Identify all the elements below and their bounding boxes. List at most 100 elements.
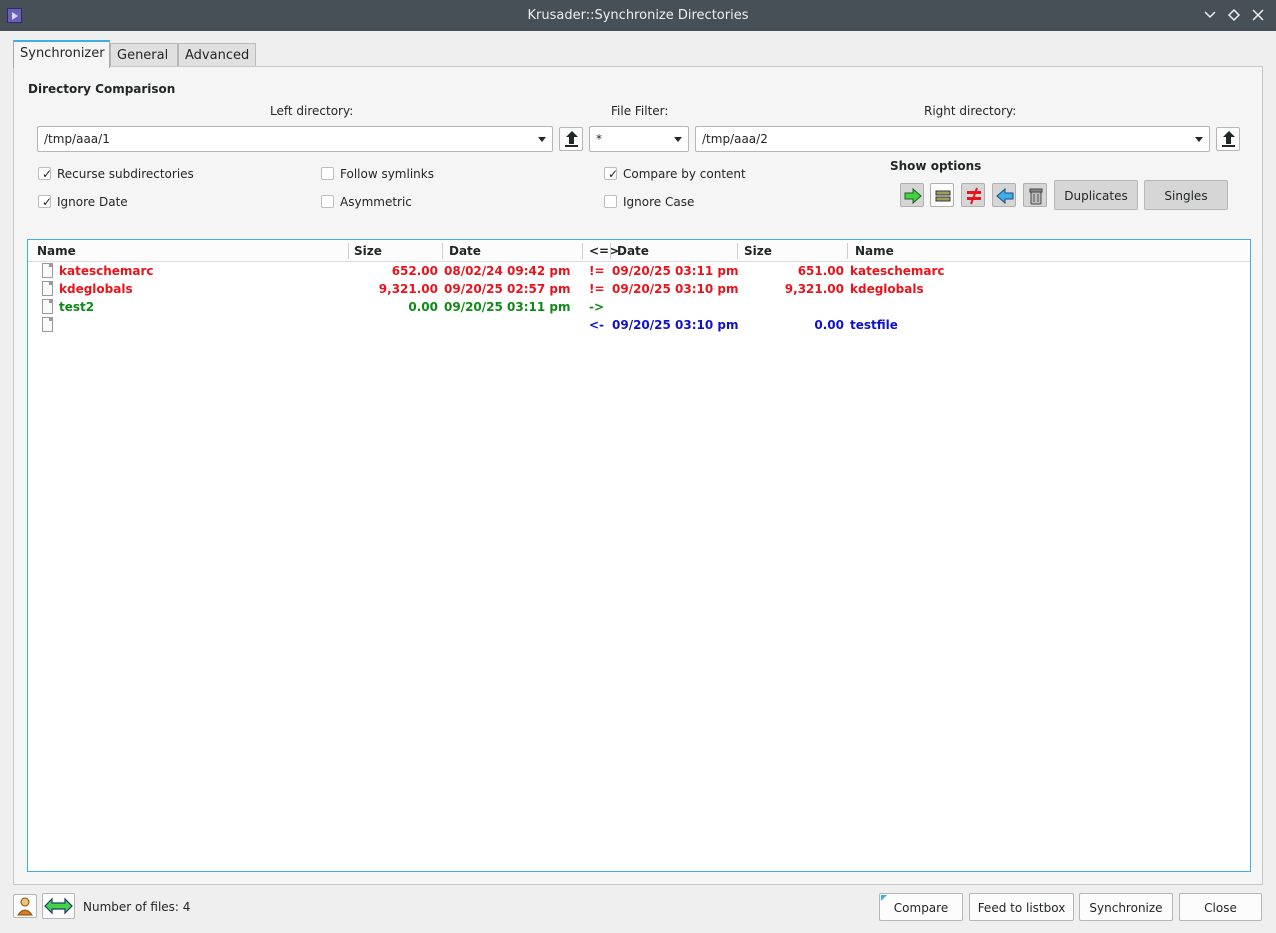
left-parent-dir-button[interactable] xyxy=(559,127,583,151)
feed-to-listbox-label: Feed to listbox xyxy=(977,901,1066,915)
ignore-date-label: Ignore Date xyxy=(57,195,128,209)
tab-advanced[interactable]: Advanced xyxy=(178,43,256,67)
bottom-bar: Number of files: 4 Compare Feed to listb… xyxy=(0,890,1276,933)
asymmetric-checkbox[interactable]: Asymmetric xyxy=(321,194,471,210)
user-icon xyxy=(17,897,33,916)
trash-icon xyxy=(1029,188,1043,205)
file-icon xyxy=(42,263,53,278)
file-icon xyxy=(42,299,53,314)
table-row[interactable]: test2 0.00 09/20/25 03:11 pm -> xyxy=(28,298,1250,316)
show-deletable-toggle[interactable] xyxy=(1023,183,1047,207)
column-operation[interactable]: <=> xyxy=(589,244,619,258)
cell-left-name: kdeglobals xyxy=(59,282,133,296)
chevron-down-icon xyxy=(1204,11,1216,19)
show-equals-toggle[interactable] xyxy=(930,183,954,207)
feed-to-listbox-button[interactable]: Feed to listbox xyxy=(969,893,1074,921)
not-equal-icon xyxy=(967,187,981,205)
checkmark-icon: ✓ xyxy=(42,195,53,209)
table-row[interactable]: <- 09/20/25 03:10 pm 0.00 testfile xyxy=(28,316,1250,334)
duplicates-button[interactable]: Duplicates xyxy=(1054,180,1138,210)
asymmetric-label: Asymmetric xyxy=(340,195,412,209)
left-directory-label: Left directory: xyxy=(270,104,354,118)
cell-right-date: 09/20/25 03:10 pm xyxy=(612,318,739,332)
cell-right-name: kdeglobals xyxy=(850,282,924,296)
cell-left-size: 652.00 xyxy=(391,264,438,278)
dropdown-arrow-icon xyxy=(1195,137,1203,142)
checkmark-icon: ✓ xyxy=(608,167,619,181)
group-title: Directory Comparison xyxy=(28,82,176,96)
show-differs-toggle[interactable] xyxy=(961,183,985,207)
cell-right-date: 09/20/25 03:11 pm xyxy=(612,264,739,278)
dropdown-arrow-icon xyxy=(674,137,682,142)
cell-op: != xyxy=(589,264,605,278)
ignore-case-checkbox[interactable]: Ignore Case xyxy=(604,194,754,210)
table-row[interactable]: kdeglobals 9,321.00 09/20/25 02:57 pm != 09/… xyxy=(28,280,1250,298)
compare-label: Compare xyxy=(893,901,949,915)
dropdown-arrow-icon xyxy=(538,137,546,142)
sync-file-list[interactable]: Name Size Date <=> Date Size Name katesc… xyxy=(27,239,1251,872)
column-right-size[interactable]: Size xyxy=(744,244,772,258)
singles-button[interactable]: Singles xyxy=(1144,180,1228,210)
cell-left-date: 09/20/25 02:57 pm xyxy=(444,282,571,296)
left-directory-value: /tmp/aaa/1 xyxy=(44,132,110,146)
right-arrow-icon xyxy=(904,187,922,205)
column-right-date[interactable]: Date xyxy=(617,244,649,258)
compare-by-content-checkbox[interactable]: ✓ Compare by content xyxy=(604,166,774,182)
duplicates-label: Duplicates xyxy=(1064,189,1128,203)
ignore-case-label: Ignore Case xyxy=(623,195,695,209)
cell-right-size: 9,321.00 xyxy=(784,282,844,296)
cell-right-date: 09/20/25 03:10 pm xyxy=(612,282,739,296)
singles-label: Singles xyxy=(1164,189,1208,203)
cell-op: -> xyxy=(589,300,605,314)
left-directory-combo[interactable]: /tmp/aaa/1 xyxy=(37,126,553,152)
tab-advanced-label: Advanced xyxy=(185,48,250,63)
window-title: Krusader::Synchronize Directories xyxy=(527,8,749,23)
cell-left-size: 9,321.00 xyxy=(378,282,438,296)
window-titlebar: Krusader::Synchronize Directories xyxy=(0,0,1276,31)
cell-right-name: kateschemarc xyxy=(850,264,945,278)
cell-right-size: 0.00 xyxy=(814,318,844,332)
ignore-date-checkbox[interactable]: ✓ Ignore Date xyxy=(38,194,188,210)
left-arrow-icon xyxy=(996,187,1014,205)
show-copy-left-toggle[interactable] xyxy=(992,183,1016,207)
cell-left-date: 08/02/24 09:42 pm xyxy=(444,264,571,278)
cell-left-name: kateschemarc xyxy=(59,264,154,278)
close-button[interactable]: Close xyxy=(1179,893,1262,921)
recurse-subdirectories-checkbox[interactable]: ✓ Recurse subdirectories xyxy=(38,166,258,182)
cell-right-name: testfile xyxy=(850,318,898,332)
cell-left-size: 0.00 xyxy=(408,300,438,314)
cell-left-name: test2 xyxy=(59,300,95,314)
swap-sides-button[interactable] xyxy=(42,893,75,919)
diamond-icon xyxy=(1227,8,1241,22)
column-left-size[interactable]: Size xyxy=(354,244,382,258)
table-row[interactable]: kateschemarc 652.00 08/02/24 09:42 pm != 09/… xyxy=(28,262,1250,280)
tab-synchronizer[interactable]: Synchronizer xyxy=(13,40,110,68)
swap-arrows-icon xyxy=(44,897,73,915)
tab-general-label: General xyxy=(117,48,169,63)
synchronize-label: Synchronize xyxy=(1089,901,1163,915)
recurse-subdirectories-label: Recurse subdirectories xyxy=(57,167,194,181)
synchronize-button[interactable]: Synchronize xyxy=(1079,893,1173,921)
equals-icon xyxy=(935,190,951,202)
column-left-name[interactable]: Name xyxy=(37,244,76,258)
tab-general[interactable]: General xyxy=(110,43,178,67)
show-copy-right-toggle[interactable] xyxy=(900,183,924,207)
follow-symlinks-checkbox[interactable]: Follow symlinks xyxy=(321,166,471,182)
minimize-button[interactable] xyxy=(1201,6,1219,24)
column-left-date[interactable]: Date xyxy=(449,244,481,258)
right-directory-combo[interactable]: /tmp/aaa/2 xyxy=(695,126,1210,152)
file-filter-value: * xyxy=(596,132,602,146)
cell-left-date: 09/20/25 03:11 pm xyxy=(444,300,571,314)
right-parent-dir-button[interactable] xyxy=(1216,127,1240,151)
right-directory-label: Right directory: xyxy=(924,104,1017,118)
profiles-button[interactable] xyxy=(13,894,37,918)
file-count-status: Number of files: 4 xyxy=(83,900,191,914)
file-filter-combo[interactable]: * xyxy=(589,126,689,152)
file-icon xyxy=(42,281,53,296)
compare-button[interactable]: Compare xyxy=(879,893,963,921)
cell-op: <- xyxy=(589,318,605,332)
close-window-button[interactable] xyxy=(1249,6,1267,24)
file-list-header: Name Size Date <=> Date Size Name xyxy=(28,240,1250,262)
maximize-button[interactable] xyxy=(1225,6,1243,24)
column-right-name[interactable]: Name xyxy=(855,244,894,258)
